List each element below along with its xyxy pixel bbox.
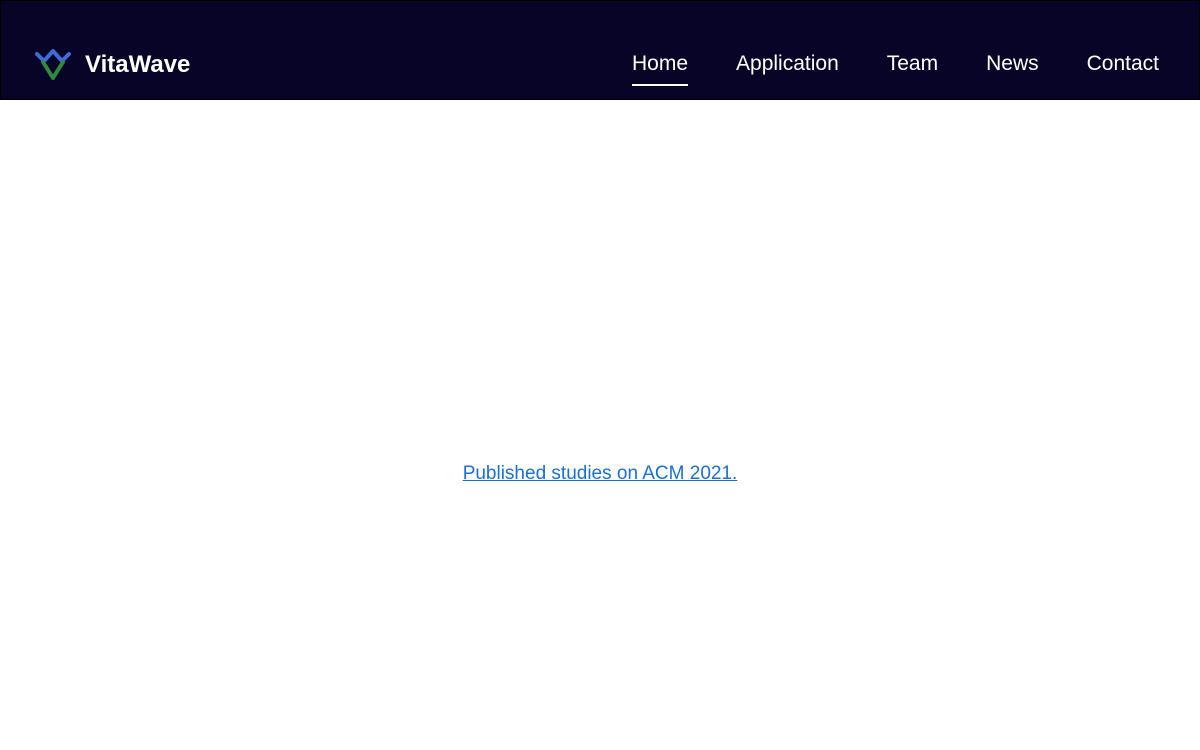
- nav-item-news[interactable]: News: [986, 50, 1039, 86]
- nav-item-contact[interactable]: Contact: [1087, 50, 1159, 86]
- brand-logo-link[interactable]: VitaWave: [35, 48, 190, 82]
- published-studies-link[interactable]: Published studies on ACM 2021.: [463, 463, 738, 484]
- vitawave-logo-icon: [35, 49, 71, 80]
- study-link-container: Published studies on ACM 2021.: [0, 462, 1200, 486]
- nav-item-application[interactable]: Application: [736, 50, 839, 86]
- main-content: Published studies on ACM 2021.: [0, 100, 1200, 750]
- top-navbar: VitaWave Home Application Team News Cont…: [0, 0, 1200, 100]
- nav-item-team[interactable]: Team: [887, 50, 938, 86]
- brand-name: VitaWave: [85, 51, 191, 78]
- nav-item-home[interactable]: Home: [631, 50, 689, 86]
- main-nav: Home Application Team News Contact: [631, 50, 1159, 86]
